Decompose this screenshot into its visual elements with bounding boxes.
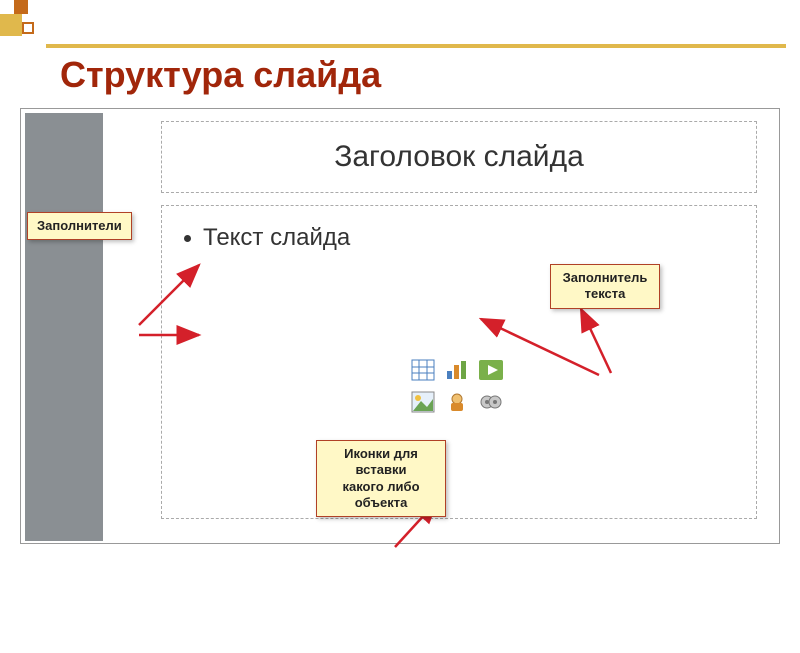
callout-text-placeholder-label: Заполнитель текста (563, 270, 648, 301)
bullet-icon (184, 235, 191, 242)
title-placeholder[interactable]: Заголовок слайда (161, 121, 757, 193)
media-icon[interactable] (476, 388, 506, 416)
picture-icon[interactable] (408, 388, 438, 416)
smartart-icon[interactable] (476, 356, 506, 384)
content-insert-icons (402, 356, 512, 416)
bullet-text: Текст слайда (203, 224, 350, 252)
corner-decoration-icon (0, 0, 46, 46)
body-placeholder[interactable]: Текст слайда (161, 205, 757, 519)
callout-placeholders-label: Заполнители (37, 218, 122, 233)
title-placeholder-text: Заголовок слайда (334, 140, 584, 174)
page-title: Структура слайда (60, 54, 381, 96)
left-dark-strip (25, 113, 103, 541)
chart-icon[interactable] (442, 356, 472, 384)
table-icon[interactable] (408, 356, 438, 384)
bullet-row: Текст слайда (184, 224, 734, 252)
clipart-icon[interactable] (442, 388, 472, 416)
callout-insert-icons-label: Иконки для вставки какого либо объекта (342, 446, 419, 510)
accent-line (46, 44, 786, 48)
callout-insert-icons: Иконки для вставки какого либо объекта (316, 440, 446, 517)
callout-text-placeholder: Заполнитель текста (550, 264, 660, 309)
callout-placeholders: Заполнители (27, 212, 132, 240)
